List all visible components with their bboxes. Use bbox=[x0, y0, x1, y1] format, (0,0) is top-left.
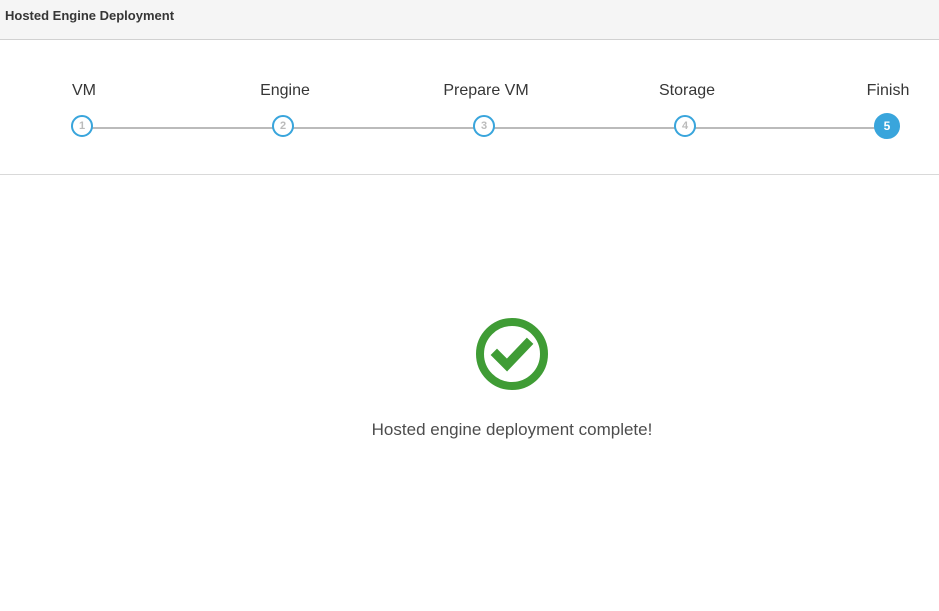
completion-message: Hosted engine deployment complete! bbox=[371, 420, 653, 439]
dialog-header: Hosted Engine Deployment bbox=[0, 0, 939, 40]
step-label: Prepare VM bbox=[443, 82, 529, 99]
step-number[interactable]: 5 bbox=[874, 113, 900, 139]
step-number[interactable]: 2 bbox=[272, 115, 294, 137]
wizard-step-engine[interactable]: Engine 2 bbox=[225, 80, 345, 137]
wizard-steps: VM 1 Engine 2 Prepare VM 3 Storage 4 Fin… bbox=[0, 40, 939, 175]
wizard-step-vm[interactable]: VM 1 bbox=[24, 80, 144, 137]
step-label: Storage bbox=[658, 82, 716, 99]
wizard-step-storage[interactable]: Storage 4 bbox=[627, 80, 747, 137]
check-circle-icon bbox=[476, 318, 548, 390]
step-label: Finish bbox=[866, 82, 910, 99]
step-number[interactable]: 1 bbox=[71, 115, 93, 137]
step-number[interactable]: 3 bbox=[473, 115, 495, 137]
wizard-step-finish[interactable]: Finish 5 bbox=[828, 80, 939, 139]
wizard-step-prepare-vm[interactable]: Prepare VM 3 bbox=[426, 80, 546, 137]
dialog-title: Hosted Engine Deployment bbox=[5, 8, 175, 23]
step-label: VM bbox=[72, 82, 96, 99]
step-number[interactable]: 4 bbox=[674, 115, 696, 137]
step-label: Engine bbox=[260, 82, 310, 99]
